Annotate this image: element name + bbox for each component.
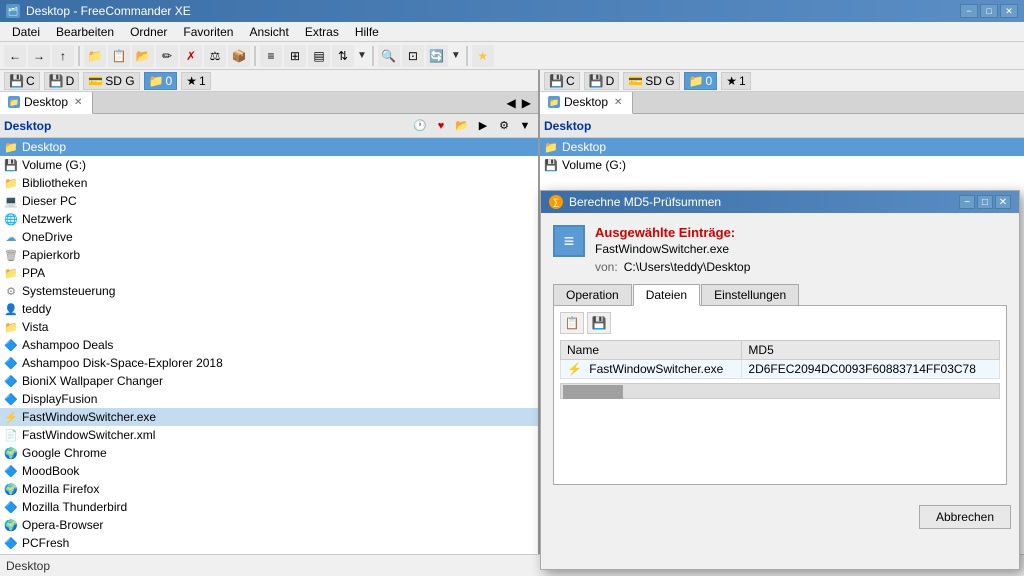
modal-maximize[interactable]: □ (977, 195, 993, 209)
modal-copy-btn[interactable]: 📋 (560, 312, 584, 334)
modal-icon: ∑ (549, 195, 563, 209)
modal-tab-operation[interactable]: Operation (553, 284, 632, 305)
modal-source-row: von: C:\Users\teddy\Desktop (595, 260, 1007, 274)
modal-header-info: Ausgewählte Einträge: FastWindowSwitcher… (595, 225, 1007, 274)
modal-header: ≡ Ausgewählte Einträge: FastWindowSwitch… (553, 225, 1007, 274)
modal-selected-label: Ausgewählte Einträge: (595, 225, 1007, 240)
modal-title: Berechne MD5-Prüfsummen (569, 195, 953, 209)
modal-tabs: Operation Dateien Einstellungen (553, 284, 1007, 305)
modal-close[interactable]: ✕ (995, 195, 1011, 209)
modal-source-label: von: (595, 260, 618, 274)
modal-tab-einstellungen-label: Einstellungen (714, 288, 786, 302)
modal-file-icon: ≡ (564, 231, 575, 252)
modal-ok-btn[interactable]: Abbrechen (919, 505, 1011, 529)
modal-filename: FastWindowSwitcher.exe (595, 242, 1007, 256)
modal-scrollbar[interactable] (560, 383, 1000, 399)
modal-scrollbar-thumb[interactable] (563, 385, 623, 399)
modal-footer: Abbrechen (541, 497, 1019, 537)
modal-controls: − □ ✕ (959, 195, 1011, 209)
md5-filename: ⚡ FastWindowSwitcher.exe (561, 360, 742, 379)
modal-header-icon: ≡ (553, 225, 585, 257)
modal-source-path: C:\Users\teddy\Desktop (624, 260, 751, 274)
col-md5: MD5 (742, 341, 1000, 360)
modal-tab-content: 📋 💾 Name MD5 ⚡ FastWin (553, 305, 1007, 485)
modal-toolbar: 📋 💾 (560, 312, 1000, 334)
modal-tab-dateien-label: Dateien (646, 288, 687, 302)
col-name: Name (561, 341, 742, 360)
modal-tab-dateien[interactable]: Dateien (633, 284, 700, 306)
md5-row-1: ⚡ FastWindowSwitcher.exe 2D6FEC2094DC009… (561, 360, 1000, 379)
modal-overlay: ∑ Berechne MD5-Prüfsummen − □ ✕ ≡ Ausgew… (0, 0, 1024, 576)
md5-file-icon: ⚡ (567, 362, 582, 376)
modal-minimize[interactable]: − (959, 195, 975, 209)
modal-tab-operation-label: Operation (566, 288, 619, 302)
modal-save-btn[interactable]: 💾 (587, 312, 611, 334)
modal-title-bar: ∑ Berechne MD5-Prüfsummen − □ ✕ (541, 191, 1019, 213)
modal-body: ≡ Ausgewählte Einträge: FastWindowSwitch… (541, 213, 1019, 497)
modal-tab-einstellungen[interactable]: Einstellungen (701, 284, 799, 305)
md5-value: 2D6FEC2094DC0093F60883714FF03C78 (742, 360, 1000, 379)
md5-table: Name MD5 ⚡ FastWindowSwitcher.exe 2D6FEC… (560, 340, 1000, 379)
modal-md5: ∑ Berechne MD5-Prüfsummen − □ ✕ ≡ Ausgew… (540, 190, 1020, 570)
